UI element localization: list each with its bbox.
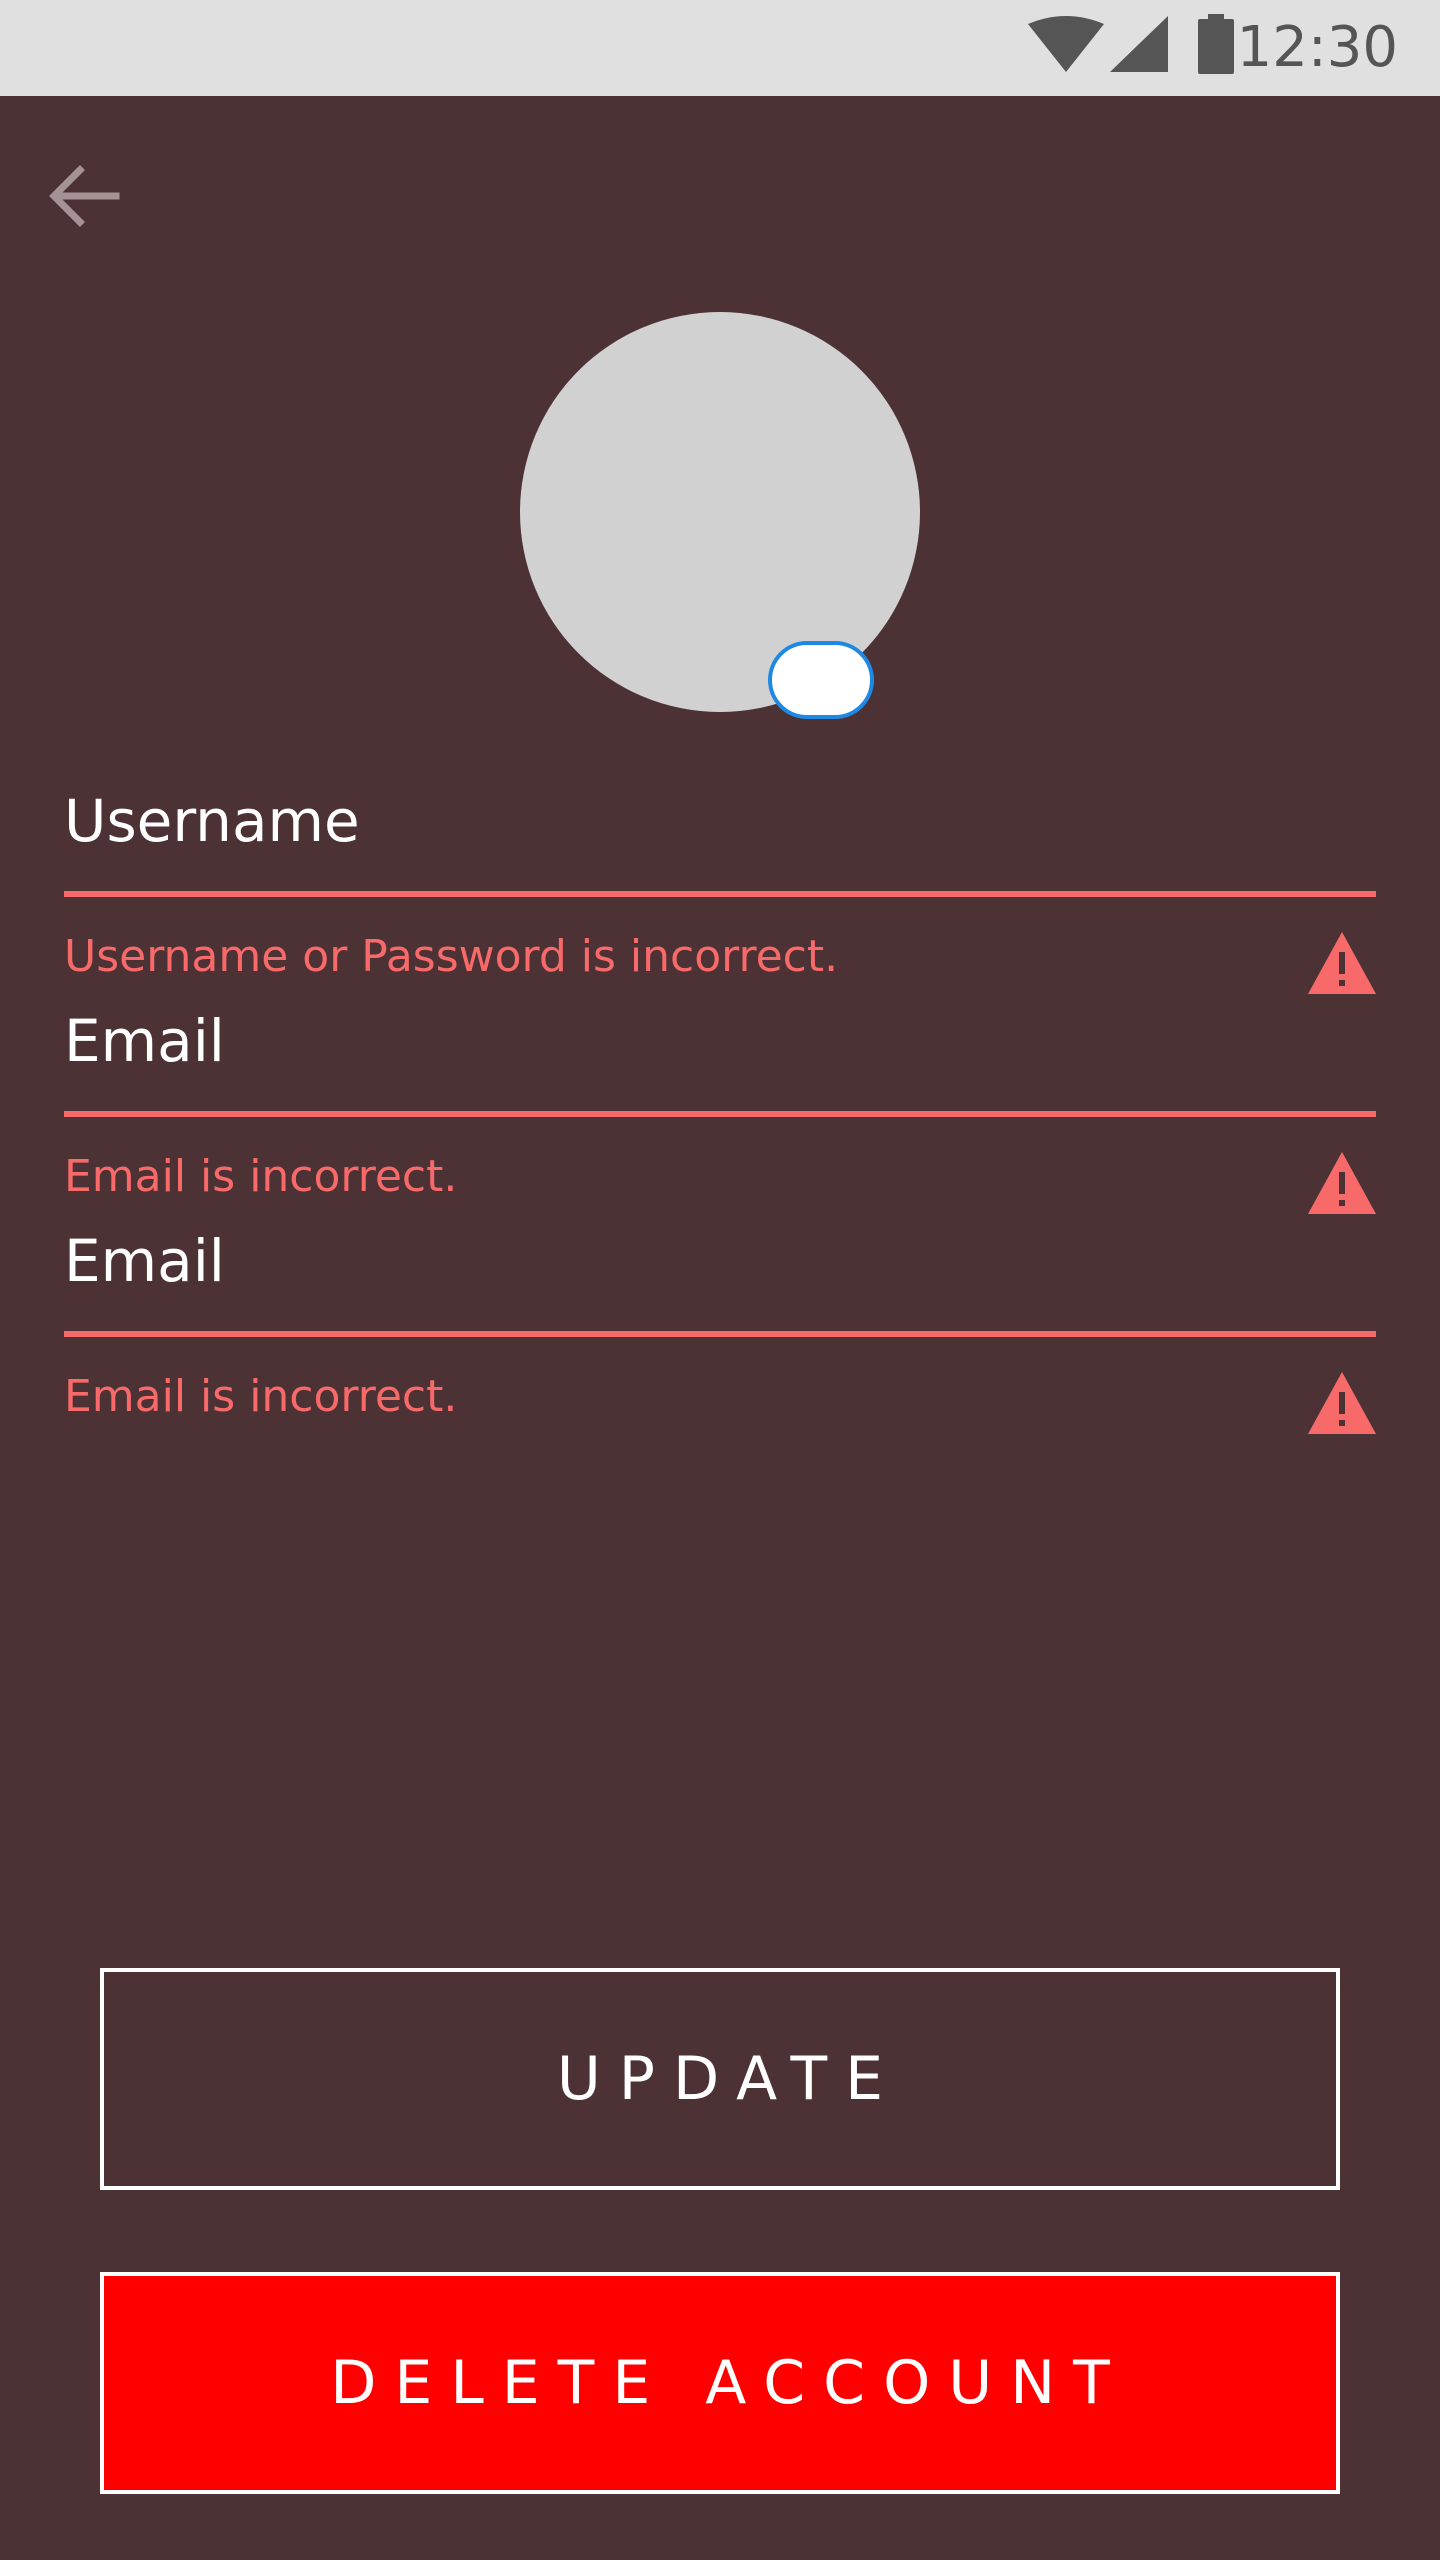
email-label: Email — [64, 1007, 225, 1075]
battery-icon — [1198, 14, 1234, 74]
wifi-icon — [1028, 16, 1104, 72]
email-confirm-error-message: Email is incorrect. — [64, 1371, 458, 1422]
back-button[interactable] — [36, 150, 132, 246]
status-time: 12:30 — [1236, 15, 1398, 80]
signal-icon — [1110, 16, 1168, 72]
email-confirm-underline — [64, 1331, 1376, 1337]
warning-icon — [1308, 932, 1376, 994]
delete-account-button[interactable]: DELETE ACCOUNT — [100, 2272, 1340, 2494]
warning-icon — [1308, 1372, 1376, 1434]
arrow-left-icon — [49, 165, 120, 227]
update-button[interactable]: UPDATE — [100, 1968, 1340, 2190]
username-underline — [64, 891, 1376, 897]
warning-icon — [1308, 1152, 1376, 1214]
status-bar: 12:30 — [0, 0, 1440, 96]
username-field[interactable]: Username Username or Password is incorre… — [64, 786, 1376, 996]
email-error-message: Email is incorrect. — [64, 1151, 458, 1202]
email-field[interactable]: Email Email is incorrect. — [64, 1006, 1376, 1216]
avatar-edit-toggle[interactable] — [768, 641, 874, 719]
username-label: Username — [64, 787, 360, 855]
email-underline — [64, 1111, 1376, 1117]
email-confirm-label: Email — [64, 1227, 225, 1295]
username-error-message: Username or Password is incorrect. — [64, 931, 839, 982]
email-confirm-field[interactable]: Email Email is incorrect. — [64, 1226, 1376, 1436]
